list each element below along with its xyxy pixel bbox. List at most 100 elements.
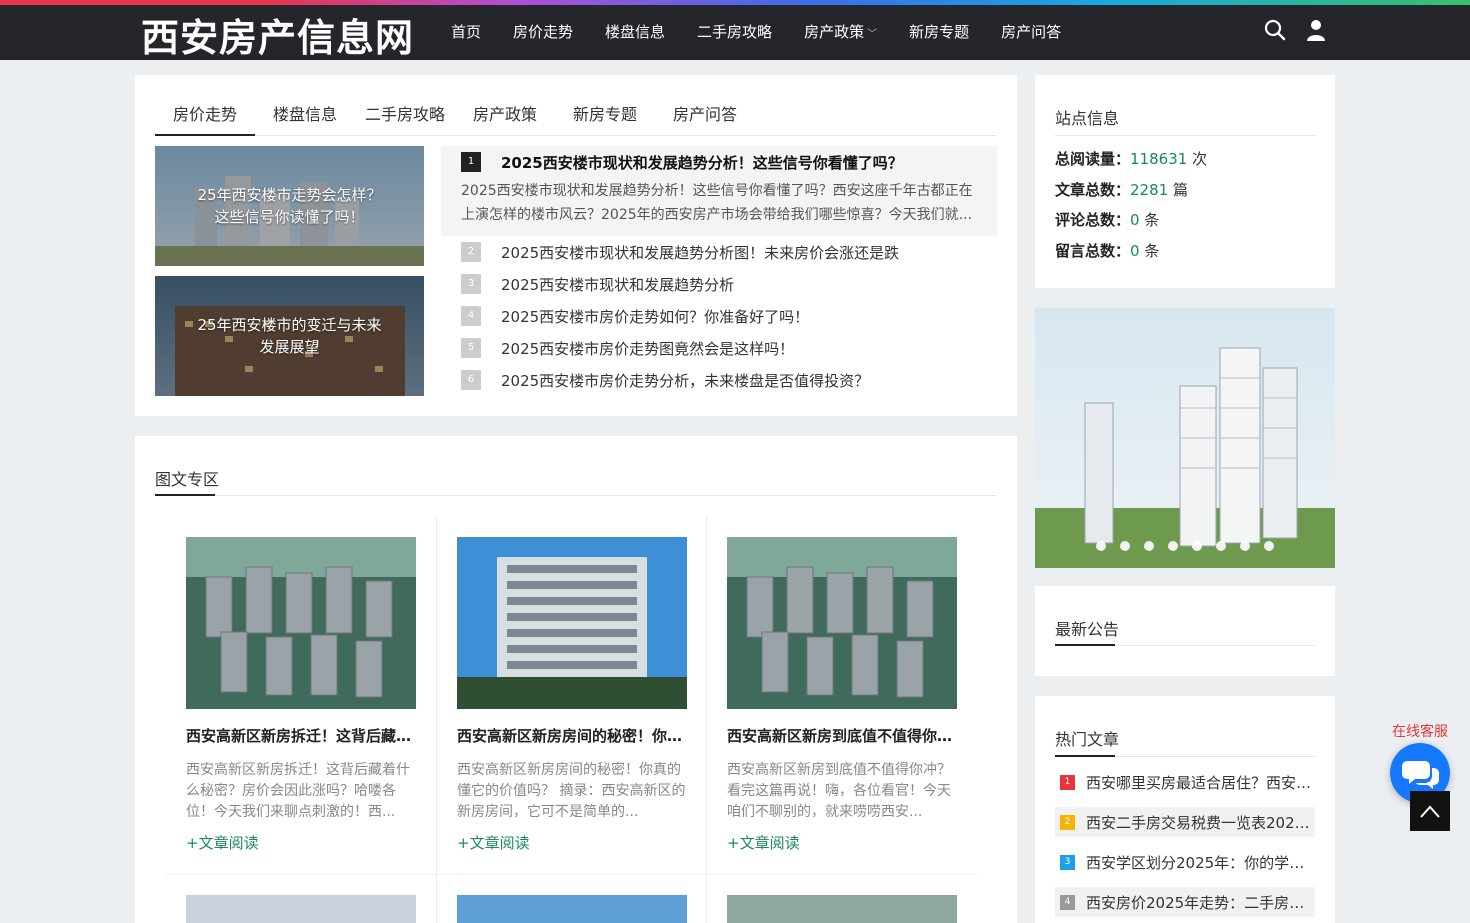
notice-title: 最新公告 (1055, 620, 1120, 639)
tab-price-trend[interactable]: 房价走势 (155, 104, 255, 136)
tab-property-info[interactable]: 楼盘信息 (255, 104, 355, 136)
site-info-card: 站点信息 总阅读量：118631 次 文章总数：2281 篇 评论总数：0 条 … (1035, 75, 1335, 288)
main-nav: 首页 房价走势 楼盘信息 二手房攻略 房产政策 ﹀ 新房专题 房产问答 (451, 21, 1093, 42)
hot-article-item[interactable]: 2 西安二手房交易税费一览表2024年 (1055, 807, 1315, 837)
gallery-image[interactable] (457, 895, 687, 923)
nav-item-home[interactable]: 首页 (451, 21, 481, 42)
hot-articles-title: 热门文章 (1055, 730, 1120, 749)
gallery-title: 图文专区 (155, 470, 220, 489)
rank-badge: 5 (461, 338, 481, 358)
gallery-image[interactable] (727, 895, 957, 923)
back-to-top-button[interactable] (1410, 791, 1450, 831)
divider (155, 495, 997, 496)
list-item-title[interactable]: 2025西安楼市房价走势图竟然会是这样吗！ (501, 338, 794, 359)
tab-new-house[interactable]: 新房专题 (555, 104, 655, 136)
slider-dot[interactable] (1240, 541, 1250, 551)
gallery-item-title[interactable]: 西安高新区新房到底值不值得你冲？ (727, 725, 957, 746)
slider-dot[interactable] (1168, 541, 1178, 551)
divider (165, 874, 977, 875)
gallery-item-title[interactable]: 西安高新区新房房间的秘密！你真的懂它的价值吗？ (457, 725, 687, 746)
divider (436, 516, 437, 923)
hot-article-title[interactable]: 西安房价2025年走势：二手房市场分析 (1086, 892, 1315, 913)
hot-article-title[interactable]: 西安哪里买房最适合居住？西安买房攻略 (1086, 772, 1315, 793)
tab-policy[interactable]: 房产政策 (455, 104, 555, 136)
rank-badge: 1 (1060, 774, 1075, 790)
divider (706, 516, 707, 923)
thumb-caption: 25年西安楼市的变迁与未来发展展望 (197, 316, 382, 356)
rank-badge: 2 (461, 242, 481, 262)
title-underline (155, 494, 215, 496)
site-logo[interactable]: 西安房产信息网 (141, 7, 414, 62)
list-item-title[interactable]: 2025西安楼市现状和发展趋势分析图！未来房价会涨还是跌 (501, 242, 899, 263)
title-underline (1055, 755, 1115, 757)
slider-dot[interactable] (1264, 541, 1274, 551)
tabs-card: 房价走势 楼盘信息 二手房攻略 房产政策 新房专题 房产问答 25年西安楼市走势… (135, 75, 1017, 416)
hot-article-item[interactable]: 3 西安学区划分2025年：你的学区房选对了吗 (1055, 847, 1315, 877)
list-item-title[interactable]: 2025西安楼市房价走势如何？你准备好了吗！ (501, 306, 809, 327)
read-more-link[interactable]: +文章阅读 (457, 832, 687, 853)
hot-article-item[interactable]: 4 西安房价2025年走势：二手房市场分析 (1055, 887, 1315, 917)
nav-item-second-hand[interactable]: 二手房攻略 (697, 21, 772, 42)
hot-article-title[interactable]: 西安学区划分2025年：你的学区房选对了吗 (1086, 852, 1315, 873)
hot-article-item[interactable]: 1 西安哪里买房最适合居住？西安买房攻略 (1055, 767, 1315, 797)
gallery-item[interactable]: 西安高新区新房到底值不值得你冲？ 西安高新区新房到底值不值得你冲？看完这篇再说！… (727, 537, 957, 853)
notice-card: 最新公告 (1035, 586, 1335, 676)
stat-total-reads: 总阅读量：118631 次 (1055, 150, 1208, 168)
gallery-image[interactable] (727, 537, 957, 709)
read-more-link[interactable]: +文章阅读 (727, 832, 957, 853)
gallery-item[interactable]: 西安高新区新房房间的秘密！你真的懂它的价值吗？ 西安高新区新房房间的秘密！你真的… (457, 537, 687, 853)
site-header: 西安房产信息网 首页 房价走势 楼盘信息 二手房攻略 房产政策 ﹀ 新房专题 房产… (0, 5, 1470, 60)
thumb-caption: 25年西安楼市走势会怎样？这些信号你读懂了吗！ (197, 186, 382, 226)
gallery-item[interactable]: 西安高新区新房拆迁！这背后藏着什么秘密？ 西安高新区新房拆迁！这背后藏着什么秘密… (186, 537, 416, 853)
thumb-article-2[interactable]: 25年西安楼市的变迁与未来发展展望 (155, 276, 424, 396)
gallery-item-summary: 西安高新区新房房间的秘密！你真的懂它的价值吗？ 摘录：西安高新区的新房房间，它可… (457, 762, 686, 820)
tab-qa[interactable]: 房产问答 (655, 104, 755, 136)
list-item[interactable]: 2 2025西安楼市现状和发展趋势分析图！未来房价会涨还是跌 (461, 241, 899, 263)
stat-total-articles: 文章总数：2281 篇 (1055, 181, 1188, 199)
site-info-title: 站点信息 (1055, 109, 1120, 128)
online-service-label[interactable]: 在线客服 (1392, 721, 1448, 741)
list-item-title[interactable]: 2025西安楼市房价走势分析，未来楼盘是否值得投资？ (501, 370, 869, 391)
list-item[interactable]: 3 2025西安楼市现状和发展趋势分析 (461, 273, 734, 295)
featured-article[interactable]: 1 2025西安楼市现状和发展趋势分析！这些信号你看懂了吗？ 2025西安楼市现… (441, 146, 997, 236)
read-more-link[interactable]: +文章阅读 (186, 832, 416, 853)
gallery-image[interactable] (186, 537, 416, 709)
rank-badge: 3 (461, 274, 481, 294)
slider-dot[interactable] (1192, 541, 1202, 551)
nav-item-policy-label: 房产政策 (804, 23, 865, 41)
thumb-article-1[interactable]: 25年西安楼市走势会怎样？这些信号你读懂了吗！ (155, 146, 424, 266)
gallery-item-summary: 西安高新区新房拆迁！这背后藏着什么秘密？房价会因此涨吗？哈喽各位！今天我们来聊点… (186, 762, 410, 820)
chevron-up-icon (1420, 805, 1440, 818)
nav-item-policy[interactable]: 房产政策 ﹀ (804, 21, 877, 42)
list-item[interactable]: 6 2025西安楼市房价走势分析，未来楼盘是否值得投资？ (461, 369, 869, 391)
search-icon[interactable] (1263, 18, 1287, 42)
slider-dot[interactable] (1120, 541, 1130, 551)
nav-item-property-info[interactable]: 楼盘信息 (605, 21, 665, 42)
user-icon[interactable] (1304, 18, 1328, 42)
hot-articles-card: 热门文章 1 西安哪里买房最适合居住？西安买房攻略 2 西安二手房交易税费一览表… (1035, 696, 1335, 923)
gallery-image[interactable] (186, 895, 416, 923)
stat-total-messages: 留言总数：0 条 (1055, 242, 1160, 260)
gallery-item-title[interactable]: 西安高新区新房拆迁！这背后藏着什么秘密？ (186, 725, 416, 746)
rank-badge: 4 (1060, 894, 1075, 910)
hot-article-title[interactable]: 西安二手房交易税费一览表2024年 (1086, 812, 1315, 833)
tab-second-hand[interactable]: 二手房攻略 (355, 104, 455, 136)
featured-title[interactable]: 2025西安楼市现状和发展趋势分析！这些信号你看懂了吗？ (501, 152, 903, 173)
rank-badge: 4 (461, 306, 481, 326)
list-item[interactable]: 4 2025西安楼市房价走势如何？你准备好了吗！ (461, 305, 809, 327)
rank-badge: 3 (1060, 854, 1075, 870)
nav-item-price-trend[interactable]: 房价走势 (513, 21, 573, 42)
slider-dot[interactable] (1216, 541, 1226, 551)
slider-dot[interactable] (1096, 541, 1106, 551)
gallery-image[interactable] (457, 537, 687, 709)
list-item-title[interactable]: 2025西安楼市现状和发展趋势分析 (501, 274, 734, 295)
image-slider[interactable] (1035, 308, 1335, 568)
list-item[interactable]: 5 2025西安楼市房价走势图竟然会是这样吗！ (461, 337, 794, 359)
nav-item-new-house[interactable]: 新房专题 (909, 21, 969, 42)
title-underline (1055, 644, 1115, 646)
nav-item-qa[interactable]: 房产问答 (1001, 21, 1061, 42)
gallery-item-summary: 西安高新区新房到底值不值得你冲？看完这篇再说！嗨，各位看官！今天咱们不聊别的，就… (727, 762, 951, 820)
gallery-card: 图文专区 西安高新区新房拆迁！这背后藏着什么秘密？ 西安高新区新房拆迁！这背后藏… (135, 436, 1017, 923)
slider-dot[interactable] (1144, 541, 1154, 551)
rank-badge: 1 (461, 152, 481, 172)
